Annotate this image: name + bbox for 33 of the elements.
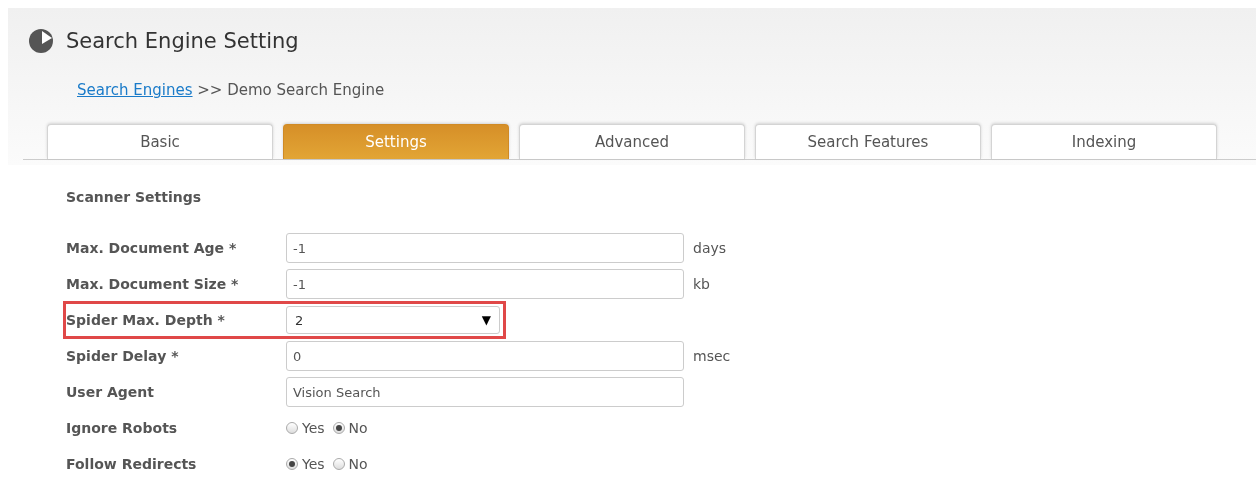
input-field[interactable]: Vision Search (286, 377, 684, 407)
unit-label: msec (693, 348, 731, 364)
field-label: Ignore Robots (66, 420, 179, 436)
tab[interactable]: Search Features (755, 124, 981, 159)
tab[interactable]: Basic (47, 124, 273, 159)
input-field[interactable]: -1 (286, 233, 684, 263)
field-label: Max. Document Age * (66, 240, 238, 256)
caret-icon: ▼ (481, 313, 491, 327)
breadcrumb-link[interactable]: Search Engines (77, 81, 193, 99)
radio-button[interactable] (332, 422, 345, 434)
option-label: No (348, 420, 368, 436)
tab[interactable]: Indexing (991, 124, 1217, 159)
dropdown[interactable]: 2 ▼ (286, 306, 500, 334)
option-label: No (348, 456, 368, 472)
input-field[interactable]: 0 (286, 341, 684, 371)
field-label: Max. Document Size * (66, 276, 240, 292)
radio-button[interactable] (286, 458, 298, 470)
field-label: Spider Delay * (66, 348, 180, 364)
radio-button[interactable] (286, 422, 298, 434)
field-label: Follow Redirects (66, 456, 198, 472)
field-label: User Agent (66, 384, 155, 400)
breadcrumb-text: >> Demo Search Engine (196, 81, 385, 99)
unit-label: kb (693, 276, 710, 292)
tab[interactable]: Advanced (519, 124, 745, 159)
section-title: Scanner Settings (66, 189, 203, 205)
logo-icon (28, 28, 54, 54)
page-title: Search Engine Setting (66, 29, 299, 53)
radio-button[interactable] (332, 458, 345, 470)
field-label: Spider Max. Depth * (66, 312, 226, 328)
unit-label: days (693, 240, 727, 256)
option-label: Yes (302, 456, 325, 472)
option-label: Yes (302, 420, 325, 436)
input-field[interactable]: -1 (286, 269, 684, 299)
